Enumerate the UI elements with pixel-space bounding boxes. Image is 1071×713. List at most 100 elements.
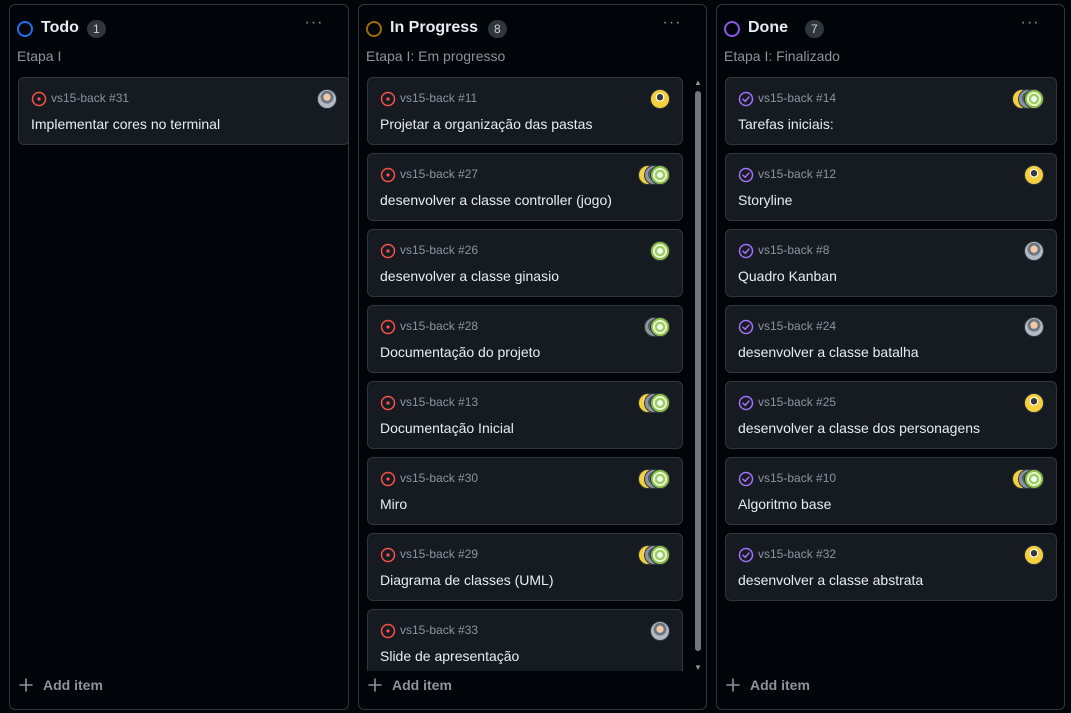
- assignee-avatars[interactable]: [1012, 89, 1044, 109]
- project-board: Todo 1 ··· Etapa Ivs15-back #31 Implementar …: [0, 0, 1071, 713]
- assignee-avatars[interactable]: [650, 89, 670, 109]
- avatar[interactable]: [1024, 545, 1044, 565]
- issue-title[interactable]: Documentação do projeto: [380, 344, 540, 360]
- issue-reference[interactable]: vs15-back #30: [400, 471, 478, 485]
- assignee-avatars[interactable]: [650, 621, 670, 641]
- issue-reference[interactable]: vs15-back #26: [400, 243, 478, 257]
- issue-reference[interactable]: vs15-back #27: [400, 167, 478, 181]
- issue-reference[interactable]: vs15-back #14: [758, 91, 836, 105]
- assignee-avatars[interactable]: [638, 165, 670, 185]
- issue-closed-icon: [738, 167, 754, 183]
- issue-card[interactable]: vs15-back #29 Diagrama de classes (UML): [367, 533, 683, 601]
- scroll-up-arrow-icon[interactable]: ▲: [694, 79, 702, 87]
- issue-card[interactable]: vs15-back #11 Projetar a organização das …: [367, 77, 683, 145]
- issue-card[interactable]: vs15-back #13 Documentação Inicial: [367, 381, 683, 449]
- issue-title[interactable]: Algoritmo base: [738, 496, 831, 512]
- issue-title[interactable]: desenvolver a classe batalha: [738, 344, 919, 360]
- assignee-avatars[interactable]: [644, 317, 670, 337]
- issue-reference[interactable]: vs15-back #32: [758, 547, 836, 561]
- issue-title[interactable]: Documentação Inicial: [380, 420, 514, 436]
- issue-reference[interactable]: vs15-back #25: [758, 395, 836, 409]
- issue-title[interactable]: Tarefas iniciais:: [738, 116, 834, 132]
- assignee-avatars[interactable]: [1024, 317, 1044, 337]
- issue-reference[interactable]: vs15-back #31: [51, 91, 129, 105]
- issue-opened-icon: [380, 91, 396, 107]
- avatar[interactable]: [1024, 317, 1044, 337]
- assignee-avatars[interactable]: [1024, 393, 1044, 413]
- avatar[interactable]: [1024, 241, 1044, 261]
- issue-title[interactable]: Implementar cores no terminal: [31, 116, 220, 132]
- assignee-avatars[interactable]: [638, 545, 670, 565]
- issue-card[interactable]: vs15-back #8 Quadro Kanban: [725, 229, 1057, 297]
- avatar[interactable]: [650, 469, 670, 489]
- issue-reference[interactable]: vs15-back #8: [758, 243, 829, 257]
- issue-title[interactable]: Projetar a organização das pastas: [380, 116, 592, 132]
- add-item-button[interactable]: Add item: [717, 667, 1064, 709]
- scrollbar-thumb[interactable]: [695, 91, 701, 651]
- avatar[interactable]: [1024, 393, 1044, 413]
- avatar[interactable]: [1024, 165, 1044, 185]
- avatar[interactable]: [650, 165, 670, 185]
- issue-card[interactable]: vs15-back #30 Miro: [367, 457, 683, 525]
- card-list: vs15-back #14 Tarefas iniciais: vs15-back …: [717, 5, 1064, 711]
- assignee-avatars[interactable]: [1012, 469, 1044, 489]
- issue-card[interactable]: vs15-back #12 Storyline: [725, 153, 1057, 221]
- assignee-avatars[interactable]: [638, 469, 670, 489]
- issue-opened-icon: [380, 623, 396, 639]
- avatar[interactable]: [317, 89, 337, 109]
- assignee-avatars[interactable]: [638, 393, 670, 413]
- assignee-avatars[interactable]: [1024, 545, 1044, 565]
- avatar[interactable]: [650, 317, 670, 337]
- issue-card[interactable]: vs15-back #32 desenvolver a classe abstra…: [725, 533, 1057, 601]
- avatar[interactable]: [650, 241, 670, 261]
- issue-reference[interactable]: vs15-back #12: [758, 167, 836, 181]
- issue-card[interactable]: vs15-back #24 desenvolver a classe batalh…: [725, 305, 1057, 373]
- issue-card[interactable]: vs15-back #26 desenvolver a classe ginasi…: [367, 229, 683, 297]
- issue-card[interactable]: vs15-back #25 desenvolver a classe dos pe…: [725, 381, 1057, 449]
- issue-title[interactable]: desenvolver a classe controller (jogo): [380, 192, 612, 208]
- issue-reference[interactable]: vs15-back #10: [758, 471, 836, 485]
- issue-reference[interactable]: vs15-back #13: [400, 395, 478, 409]
- issue-closed-icon: [738, 243, 754, 259]
- avatar[interactable]: [1024, 469, 1044, 489]
- avatar[interactable]: [650, 621, 670, 641]
- issue-card[interactable]: vs15-back #28 Documentação do projeto: [367, 305, 683, 373]
- issue-opened-icon: [380, 167, 396, 183]
- assignee-avatars[interactable]: [650, 241, 670, 261]
- issue-opened-icon: [380, 471, 396, 487]
- issue-title[interactable]: desenvolver a classe dos personagens: [738, 420, 980, 436]
- assignee-avatars[interactable]: [1024, 165, 1044, 185]
- assignee-avatars[interactable]: [317, 89, 337, 109]
- issue-closed-icon: [738, 471, 754, 487]
- assignee-avatars[interactable]: [1024, 241, 1044, 261]
- issue-opened-icon: [380, 395, 396, 411]
- issue-title[interactable]: Diagrama de classes (UML): [380, 572, 554, 588]
- vertical-scrollbar[interactable]: ▲ ▼: [692, 77, 704, 674]
- issue-title[interactable]: Slide de apresentação: [380, 648, 519, 664]
- issue-reference[interactable]: vs15-back #11: [400, 91, 477, 105]
- issue-title[interactable]: desenvolver a classe ginasio: [380, 268, 559, 284]
- issue-reference[interactable]: vs15-back #24: [758, 319, 836, 333]
- avatar[interactable]: [650, 545, 670, 565]
- add-item-button[interactable]: Add item: [10, 667, 348, 709]
- issue-title[interactable]: Miro: [380, 496, 407, 512]
- issue-card[interactable]: vs15-back #33 Slide de apresentação: [367, 609, 683, 671]
- issue-title[interactable]: Quadro Kanban: [738, 268, 837, 284]
- avatar[interactable]: [1024, 89, 1044, 109]
- issue-reference[interactable]: vs15-back #33: [400, 623, 478, 637]
- issue-card[interactable]: vs15-back #27 desenvolver a classe contro…: [367, 153, 683, 221]
- add-item-button[interactable]: Add item: [359, 667, 706, 709]
- issue-opened-icon: [380, 319, 396, 335]
- column-todo: Todo 1 ··· Etapa Ivs15-back #31 Implementar …: [9, 4, 349, 710]
- issue-card[interactable]: vs15-back #31 Implementar cores no termin…: [18, 77, 348, 145]
- add-item-label: Add item: [750, 677, 810, 693]
- column-in-progress: In Progress 8 ··· Etapa I: Em progresso vs15…: [358, 4, 707, 710]
- issue-title[interactable]: Storyline: [738, 192, 792, 208]
- issue-card[interactable]: vs15-back #14 Tarefas iniciais:: [725, 77, 1057, 145]
- issue-reference[interactable]: vs15-back #28: [400, 319, 478, 333]
- issue-reference[interactable]: vs15-back #29: [400, 547, 478, 561]
- issue-card[interactable]: vs15-back #10 Algoritmo base: [725, 457, 1057, 525]
- issue-title[interactable]: desenvolver a classe abstrata: [738, 572, 923, 588]
- avatar[interactable]: [650, 393, 670, 413]
- avatar[interactable]: [650, 89, 670, 109]
